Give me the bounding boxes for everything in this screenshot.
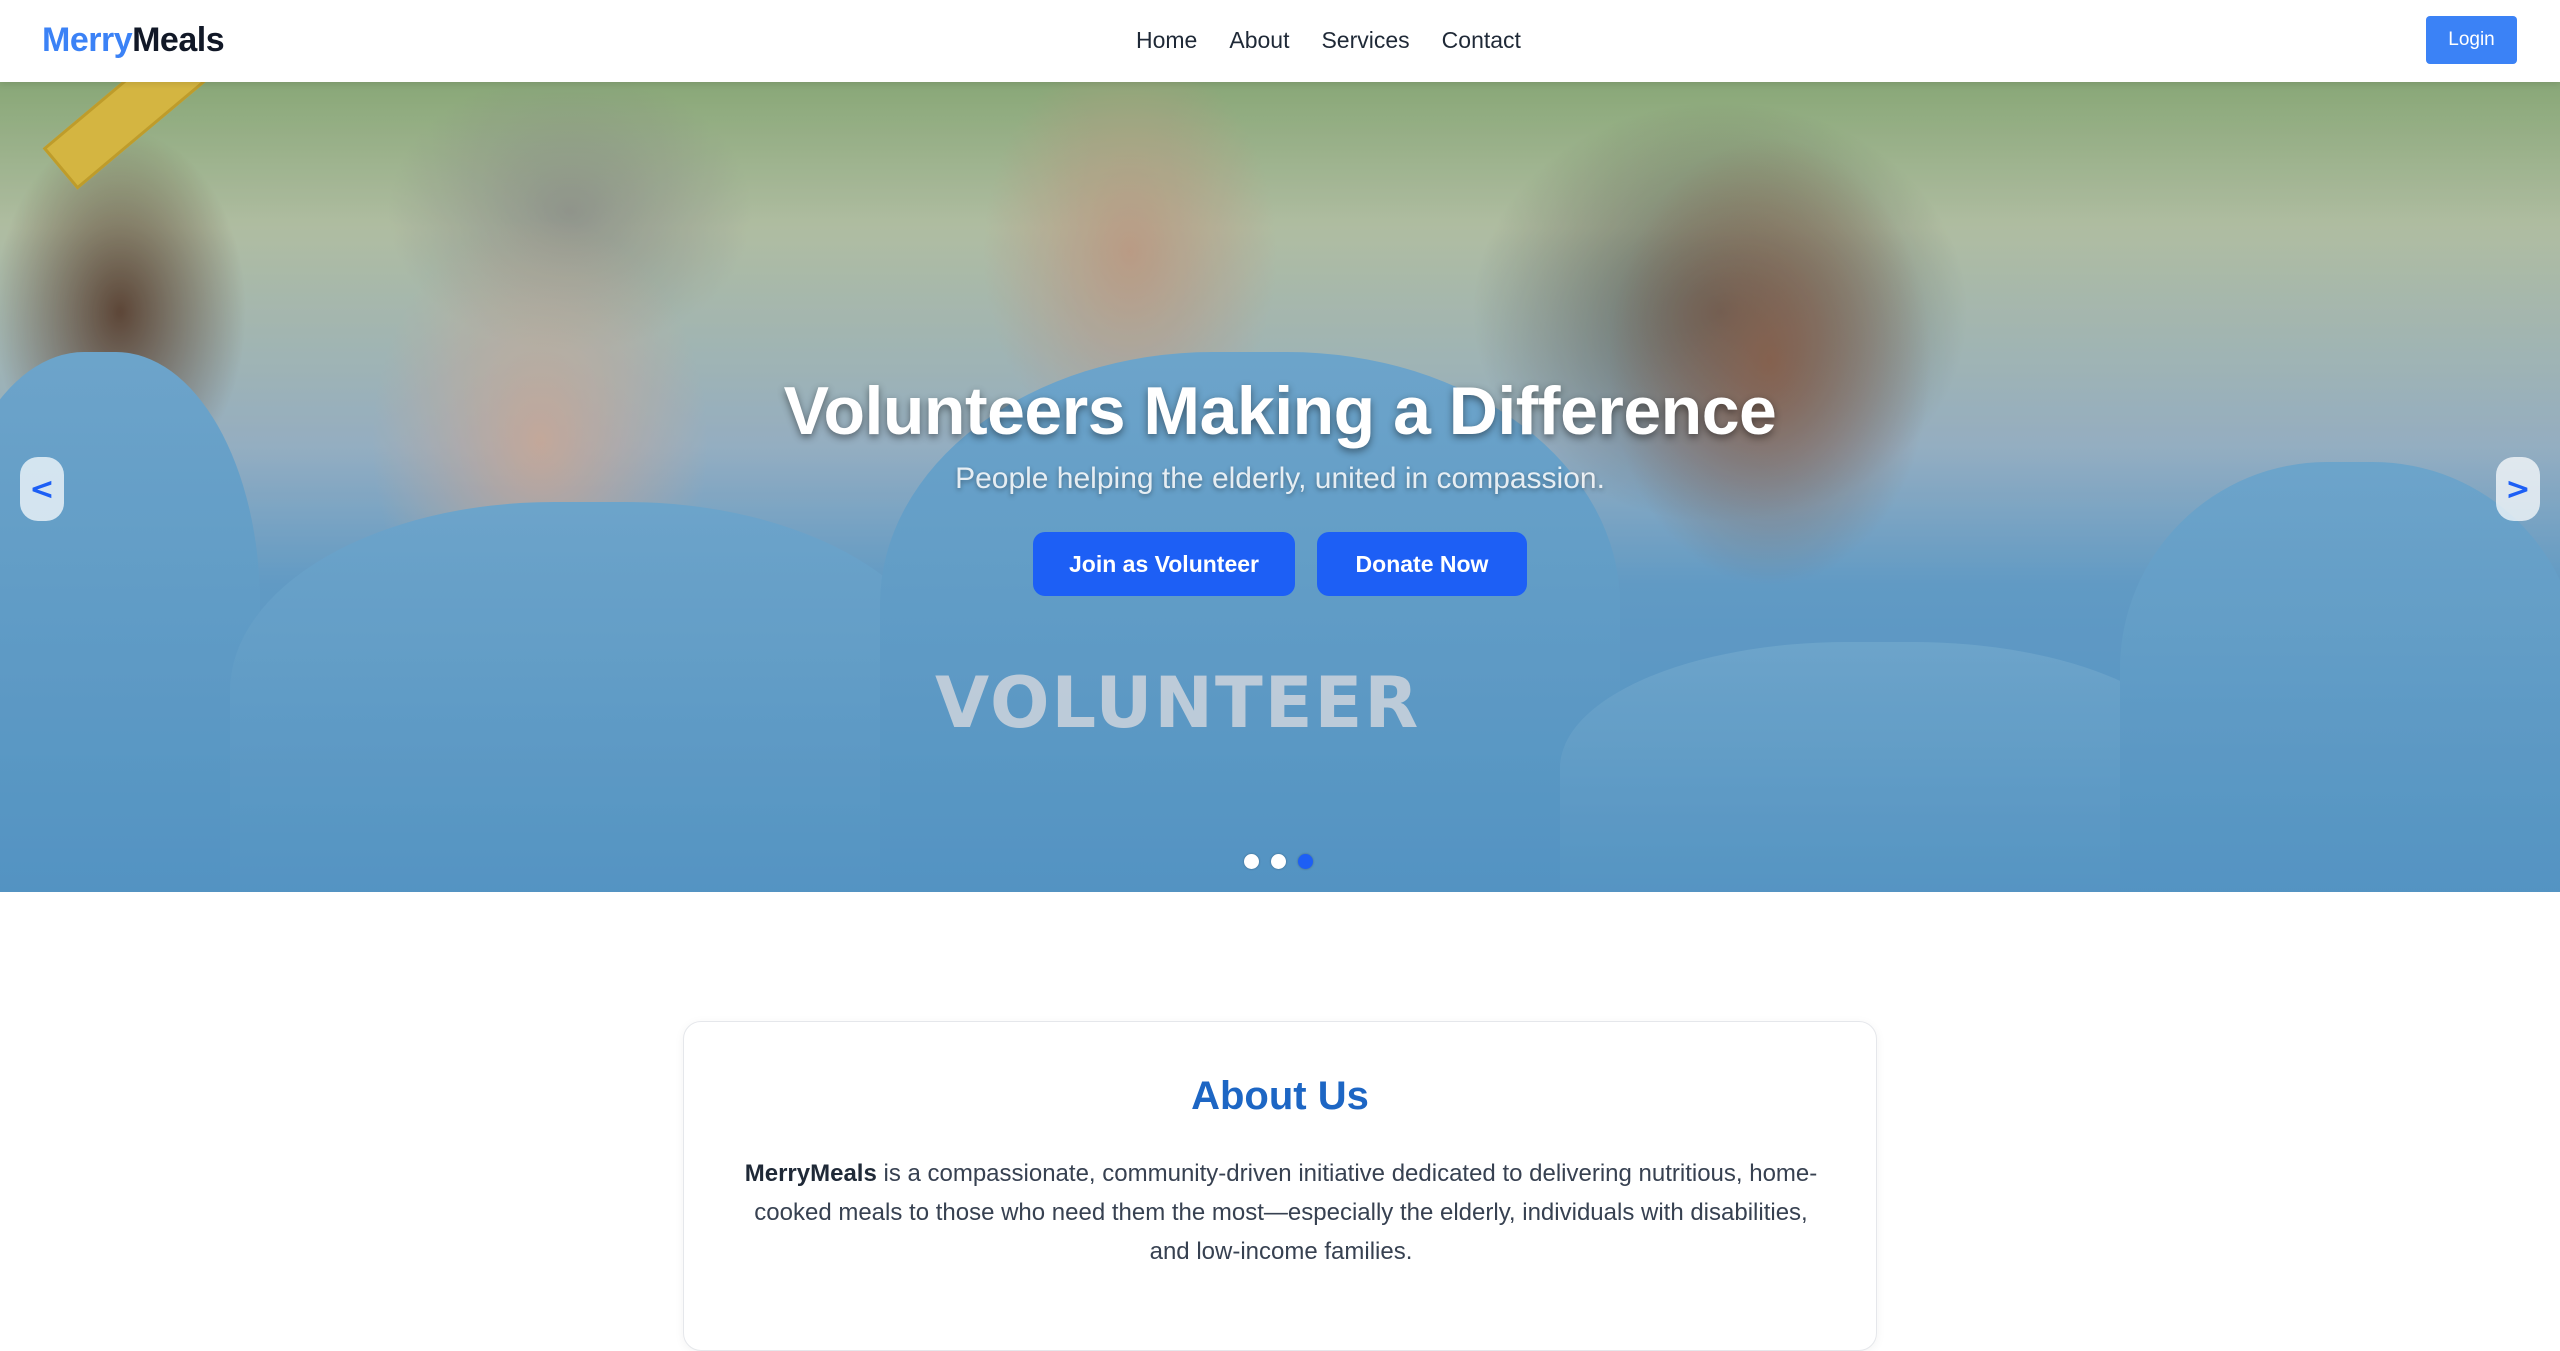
brand-logo-merry: Merry bbox=[42, 21, 133, 59]
about-title: About Us bbox=[1191, 1074, 1369, 1118]
carousel-dot-1[interactable] bbox=[1244, 854, 1259, 869]
about-brand-name: MerryMeals bbox=[744, 1160, 877, 1187]
brand-logo-meals: Meals bbox=[132, 21, 225, 59]
carousel-dot-3[interactable] bbox=[1298, 854, 1313, 869]
nav-link-home[interactable]: Home bbox=[1136, 22, 1197, 58]
hero-carousel: VOLUNTEER Volunteers Making a Difference… bbox=[0, 82, 2560, 892]
login-button[interactable]: Login bbox=[2426, 16, 2517, 64]
about-description-text: is a compassionate, community-driven ini… bbox=[754, 1160, 1818, 1265]
carousel-dot-2[interactable] bbox=[1271, 854, 1286, 869]
carousel-indicators bbox=[1244, 854, 1313, 869]
brand-logo[interactable]: MerryMeals bbox=[42, 18, 225, 62]
join-volunteer-button[interactable]: Join as Volunteer bbox=[1033, 532, 1295, 596]
navbar: MerryMeals Home About Services Contact L… bbox=[0, 0, 2560, 82]
carousel-next-button[interactable]: > bbox=[2496, 457, 2540, 521]
hero-subtitle: People helping the elderly, united in co… bbox=[955, 462, 1605, 495]
main-nav: Home About Services Contact bbox=[1136, 22, 1521, 58]
about-section: About Us MerryMeals is a compassionate, … bbox=[683, 1021, 1877, 1351]
donate-now-button[interactable]: Donate Now bbox=[1317, 532, 1527, 596]
nav-link-contact[interactable]: Contact bbox=[1442, 22, 1521, 58]
about-description: MerryMeals is a compassionate, community… bbox=[744, 1154, 1818, 1271]
nav-link-services[interactable]: Services bbox=[1321, 22, 1409, 58]
hero-title: Volunteers Making a Difference bbox=[783, 373, 1777, 449]
chevron-left-icon: < bbox=[29, 471, 55, 507]
carousel-prev-button[interactable]: < bbox=[20, 457, 64, 521]
nav-link-about[interactable]: About bbox=[1229, 22, 1289, 58]
chevron-right-icon: > bbox=[2505, 471, 2531, 507]
